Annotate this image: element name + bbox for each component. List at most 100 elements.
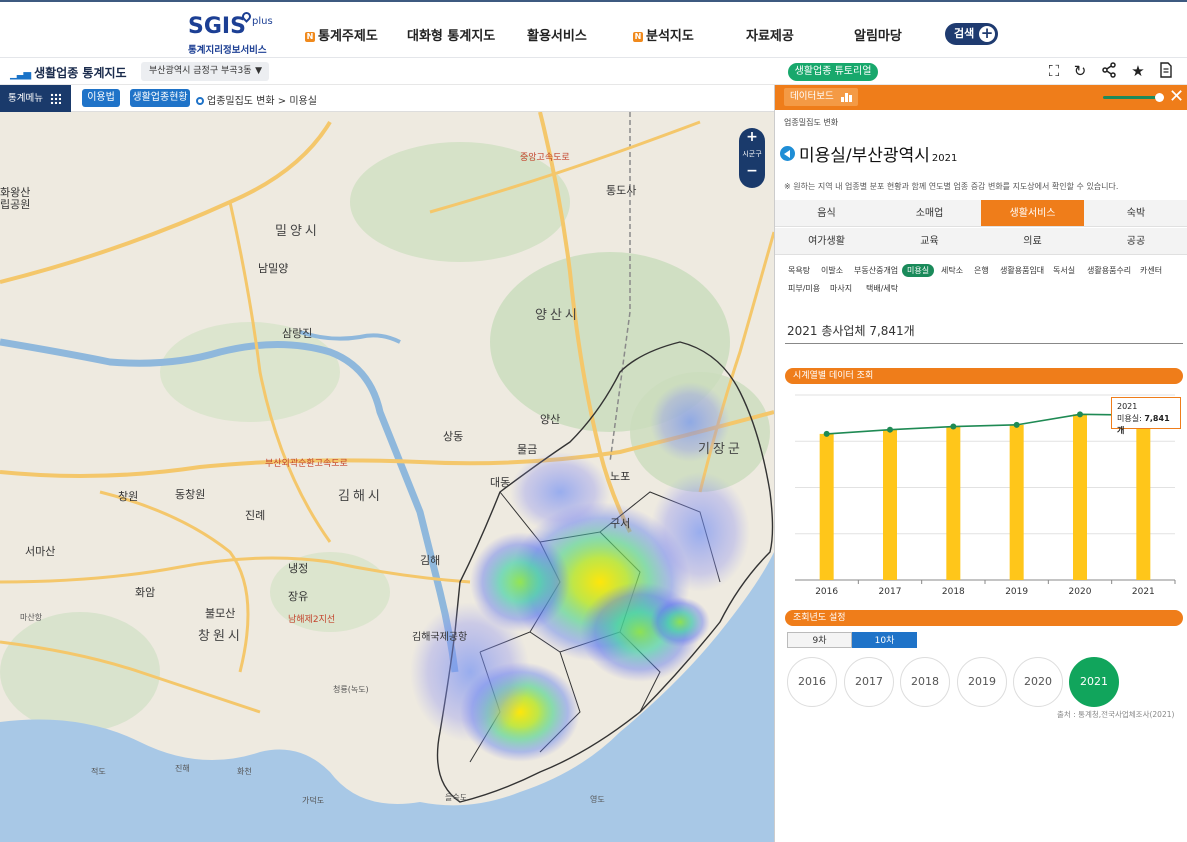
slider-handle[interactable] (1155, 93, 1164, 102)
map-label-busan-outer: 부산외곽순환고속도로 (265, 459, 348, 469)
subcategory-item[interactable]: 부동산중개업 (854, 264, 898, 277)
menu-item-services[interactable]: 활용서비스 (527, 25, 587, 44)
stat-menu-label: 통계메뉴 (8, 93, 43, 104)
zoom-control: + 시군구 − (739, 128, 765, 188)
subcategory-item[interactable]: 피부/미용 (788, 282, 820, 295)
menu-label: 자료제공 (746, 29, 794, 44)
logo-main-text: SGIS (188, 14, 246, 39)
category-tab-life-service[interactable]: 생활서비스 (981, 200, 1084, 227)
map-label-changwon-ic: 창원 (118, 490, 139, 503)
year-section-header: 조회년도 설정 (785, 610, 1183, 626)
stat-menu-button[interactable]: 통계메뉴 (0, 85, 71, 112)
chart-tooltip: 2021 미용실: 7,841개 (1111, 397, 1181, 435)
category-tab-education[interactable]: 교육 (878, 228, 981, 255)
subcategory-item[interactable]: 이발소 (821, 264, 843, 277)
subcategory-item[interactable]: 생활용품임대 (1000, 264, 1044, 277)
chart-series-line (826, 413, 1144, 435)
year-button-2017[interactable]: 2017 (844, 657, 894, 707)
chart-point (950, 423, 957, 430)
round-tab-9[interactable]: 9차 (787, 632, 852, 648)
map-canvas[interactable]: 밀양시 양산시 김해시 창원시 기장군 남밀양 삼랑진 상동 물금 양산 대동 … (0, 112, 774, 842)
plus-circle-icon: + (979, 24, 995, 42)
subcategory-item[interactable]: 생활용품수리 (1087, 264, 1131, 277)
subcategory-item[interactable]: 카센터 (1140, 264, 1162, 277)
menu-item-theme-map[interactable]: N 통계주제도 (305, 25, 378, 44)
status-button[interactable]: 생활업종현황 (130, 89, 190, 107)
category-tab-leisure[interactable]: 여가생활 (775, 228, 878, 255)
bar-chart-icon (841, 93, 852, 102)
bar-chart-icon: ▁▃▅ (10, 69, 31, 80)
report-icon[interactable] (1157, 62, 1175, 80)
refresh-icon[interactable]: ↻ (1071, 62, 1089, 80)
map-label-miryang: 밀양시 (275, 224, 320, 239)
total-business-count: 2021 총사업체 7,841개 (787, 324, 915, 338)
opacity-slider[interactable] (1103, 93, 1164, 102)
map-label-nopo: 노포 (610, 470, 631, 483)
zoom-out-button[interactable]: − (739, 162, 765, 180)
page-title-text: 생활업종 통계지도 (34, 66, 127, 80)
panel-header: 데이터보드 ✕ (775, 85, 1187, 110)
zoom-in-button[interactable]: + (739, 128, 765, 146)
map-label-buemosan: 불모산 (205, 607, 236, 620)
logo-subtitle: 통계지리정보서비스 (188, 45, 267, 56)
year-button-2018[interactable]: 2018 (900, 657, 950, 707)
round-tab-10[interactable]: 10차 (852, 632, 917, 648)
category-tab-lodging[interactable]: 숙박 (1084, 200, 1187, 227)
subcategory-item[interactable]: 세탁소 (941, 264, 963, 277)
sgis-logo[interactable]: SGIS plus 통계지리정보서비스 (188, 10, 278, 56)
menu-item-data[interactable]: 자료제공 (746, 25, 794, 44)
data-board-tab[interactable]: 데이터보드 (784, 88, 858, 106)
map-breadcrumb: 업종밀집도 변화 > 미용실 (196, 92, 317, 107)
subcategory-item-active[interactable]: 미용실 (902, 264, 935, 277)
map-toolbar: 통계메뉴 이용법 생활업종현황 업종밀집도 변화 > 미용실 (0, 85, 774, 112)
chart-bar (1073, 414, 1087, 580)
map-label-tongdosa: 통도사 (606, 184, 637, 197)
chart-tick-label: 2017 (879, 587, 902, 597)
year-button-2021[interactable]: 2021 (1069, 657, 1119, 707)
category-tab-retail[interactable]: 소매업 (878, 200, 981, 227)
search-button[interactable]: 검색 + (945, 23, 998, 45)
subcategory-item[interactable]: 목욕탕 (788, 264, 810, 277)
subcategory-item[interactable]: 택배/세탁 (866, 282, 898, 295)
map-label-samnangjin: 삼랑진 (282, 327, 313, 340)
menu-label: 분석지도 (646, 29, 694, 44)
tooltip-value-row: 미용실: 7,841개 (1117, 413, 1175, 437)
new-badge-icon: N (305, 32, 315, 42)
panel-title-text: 미용실/부산광역시 (799, 146, 930, 166)
menu-item-interactive-map[interactable]: 대화형 통계지도 (407, 25, 495, 44)
map-label-changwon: 창원시 (198, 629, 243, 644)
subcategory-item[interactable]: 마사지 (830, 282, 852, 295)
map-label-gonju: 립공원 (0, 198, 31, 211)
subcategory-item[interactable]: 은행 (974, 264, 989, 277)
top-navigation: SGIS plus 통계지리정보서비스 N 통계주제도 대화형 통계지도 활용서비… (0, 0, 1187, 58)
category-tab-food[interactable]: 음식 (775, 200, 878, 227)
share-icon[interactable] (1100, 62, 1118, 80)
tutorial-button[interactable]: 생활업종 튜토리얼 (788, 63, 878, 81)
back-arrow-icon[interactable] (780, 146, 795, 161)
chart-tick-label: 2016 (815, 587, 838, 597)
usage-button[interactable]: 이용법 (82, 89, 120, 107)
year-button-2019[interactable]: 2019 (957, 657, 1007, 707)
category-tab-public[interactable]: 공공 (1084, 228, 1187, 255)
map-label-jangyu: 장유 (288, 590, 309, 603)
timeseries-section-header: 시계열별 데이터 조회 (785, 368, 1183, 384)
bookmark-star-icon[interactable]: ★ (1129, 62, 1147, 80)
map-label-eulsuk: 을숙도 (445, 793, 468, 802)
region-select[interactable]: 부산광역시 금정구 부곡3동 ▼ (141, 62, 269, 81)
close-icon[interactable]: ✕ (1169, 86, 1184, 108)
menu-item-analysis-map[interactable]: N 분석지도 (633, 25, 694, 44)
logo-plus-text: plus (252, 16, 273, 27)
chart-tick-label: 2020 (1069, 587, 1092, 597)
year-button-2020[interactable]: 2020 (1013, 657, 1063, 707)
map-label-sangdong: 상동 (443, 430, 464, 443)
menu-item-notice[interactable]: 알림마당 (854, 25, 902, 44)
category-tab-medical[interactable]: 의료 (981, 228, 1084, 255)
subcategory-item[interactable]: 독서실 (1053, 264, 1075, 277)
panel-title-year: 2021 (931, 153, 958, 164)
map-label-mulgeum: 물금 (517, 443, 538, 456)
search-label: 검색 (954, 27, 975, 40)
fullscreen-icon[interactable]: ⛶ (1045, 62, 1063, 80)
year-button-2016[interactable]: 2016 (787, 657, 837, 707)
chart-point (1077, 411, 1083, 418)
map-label-jungang: 중앙고속도로 (520, 153, 570, 163)
